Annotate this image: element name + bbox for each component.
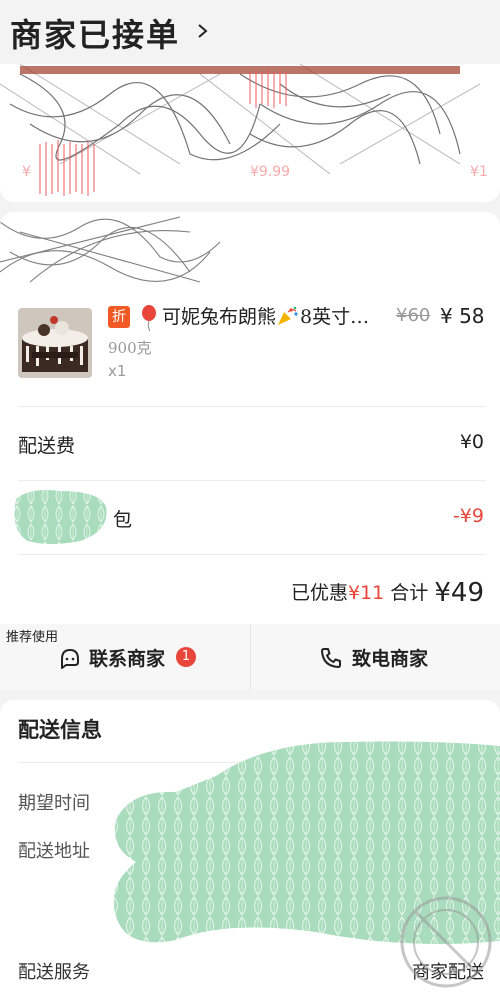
delivery-address-label: 配送地址 — [18, 841, 90, 862]
product-item[interactable]: 折 可妮兔布朗熊 8英寸… ¥60 ¥ 58 900克 x1 — [0, 304, 500, 404]
product-name-suffix: 8英寸… — [300, 306, 370, 328]
watermark-seal-icon — [400, 896, 492, 988]
balloon-icon — [142, 305, 156, 332]
expected-time-label: 期望时间 — [18, 793, 90, 814]
order-detail-card: 折 可妮兔布朗熊 8英寸… ¥60 ¥ 58 900克 x1 配送费 ¥0 包 … — [0, 212, 500, 624]
phone-icon — [321, 648, 341, 668]
total-label: 合计 — [390, 582, 429, 604]
redaction-scribble — [0, 216, 221, 283]
svg-text:¥: ¥ — [22, 164, 31, 180]
redacted-items-card: ¥ ¥9.99 ¥1 — [0, 64, 500, 202]
product-spec: 900克 — [108, 339, 152, 357]
order-total-summary: 已优惠¥11 合计 ¥49 — [291, 578, 484, 608]
current-price: ¥ 58 — [440, 304, 485, 328]
unread-count-badge: 1 — [176, 647, 196, 667]
divider — [18, 480, 486, 481]
chat-bubble-icon — [61, 649, 79, 669]
recommend-badge: 推荐使用 — [6, 626, 59, 645]
redaction-scribble: ¥ ¥9.99 ¥1 — [0, 64, 488, 196]
order-status-title[interactable]: 商家已接单 — [10, 10, 180, 56]
section-title: 配送信息 — [18, 717, 102, 742]
redaction-mask — [14, 490, 107, 544]
product-name-prefix: 可妮兔布朗熊 — [162, 306, 277, 328]
product-quantity: x1 — [108, 362, 127, 380]
svg-text:¥9.99: ¥9.99 — [250, 164, 290, 180]
original-price: ¥60 — [396, 305, 431, 326]
page-header: 商家已接单 — [0, 0, 500, 64]
delivery-fee-label: 配送费 — [18, 435, 76, 457]
delivery-fee-value: ¥0 — [459, 431, 484, 453]
party-popper-icon — [278, 306, 298, 325]
discount-tag: 折 — [108, 306, 130, 328]
contact-merchant-label: 联系商家 — [89, 648, 166, 670]
call-merchant-button[interactable]: 致电商家 — [251, 624, 500, 690]
discount-label: 已优惠 — [290, 582, 348, 604]
total-amount: ¥49 — [434, 578, 484, 608]
red-packet-value: -¥9 — [452, 505, 484, 527]
svg-text:¥1: ¥1 — [470, 164, 488, 180]
chevron-right-icon[interactable] — [196, 24, 210, 38]
discount-amount: ¥11 — [347, 582, 385, 604]
divider — [18, 554, 486, 555]
red-packet-label: 包 — [113, 509, 133, 531]
product-image[interactable] — [18, 308, 92, 378]
divider — [18, 406, 486, 407]
product-name: 可妮兔布朗熊 8英寸… — [162, 304, 392, 330]
call-merchant-label: 致电商家 — [352, 648, 429, 670]
merchant-action-bar: 联系商家 1 致电商家 推荐使用 — [0, 624, 500, 690]
delivery-service-label: 配送服务 — [18, 962, 90, 983]
